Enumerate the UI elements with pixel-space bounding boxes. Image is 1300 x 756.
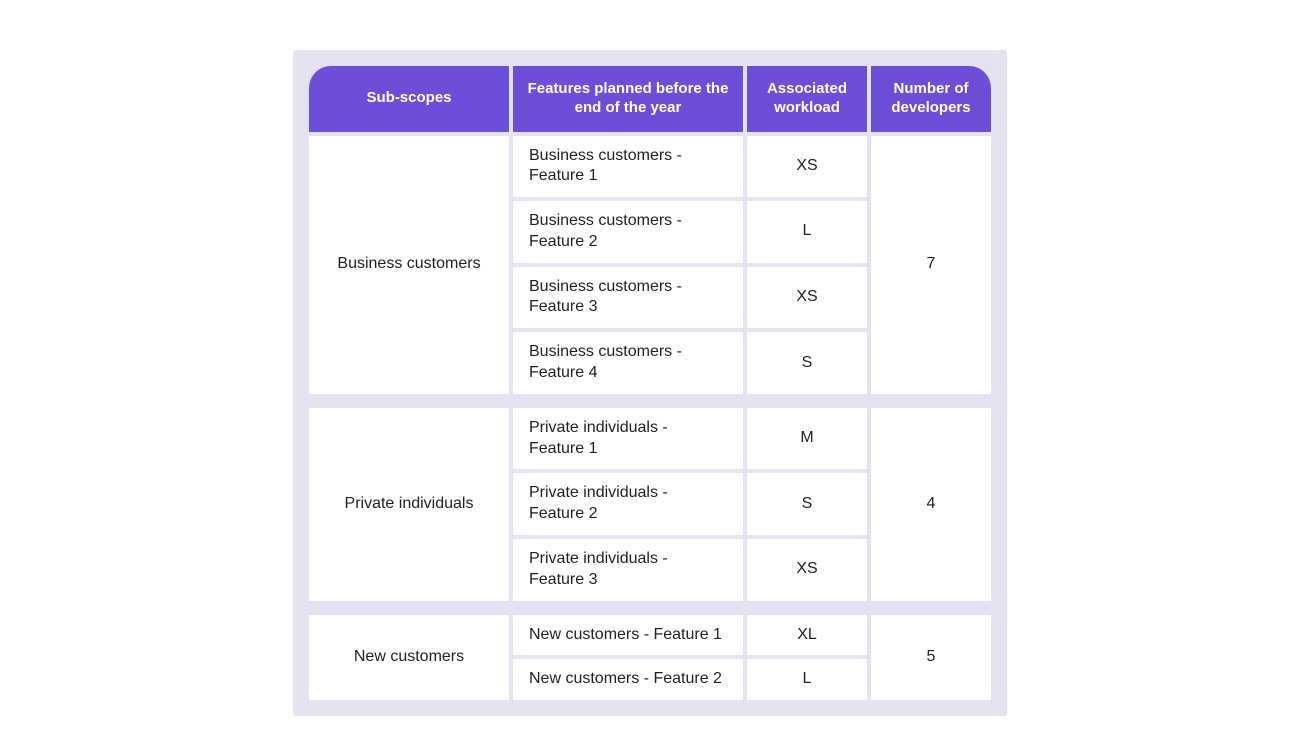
table-row: Private individuals Private individuals … [309,408,991,470]
header-sub-scopes: Sub-scopes [309,66,509,132]
workload-cell: S [747,473,867,535]
workload-cell: S [747,332,867,394]
feature-cell: Private individuals - Feature 3 [513,539,743,601]
feature-cell: Business customers - Feature 2 [513,201,743,263]
sub-scope-cell: Business customers [309,136,509,394]
table-panel: Sub-scopes Features planned before the e… [293,50,1007,716]
workload-cell: L [747,659,867,700]
developers-cell: 4 [871,408,991,601]
feature-cell: New customers - Feature 2 [513,659,743,700]
table-row: Business customers Business customers - … [309,136,991,198]
scope-table: Sub-scopes Features planned before the e… [305,62,995,704]
sub-scope-cell: New customers [309,615,509,701]
workload-cell: XS [747,136,867,198]
workload-cell: XL [747,615,867,656]
header-developers: Number of developers [871,66,991,132]
workload-cell: XS [747,267,867,329]
header-features: Features planned before the end of the y… [513,66,743,132]
developers-cell: 5 [871,615,991,701]
feature-cell: Business customers - Feature 1 [513,136,743,198]
workload-cell: L [747,201,867,263]
feature-cell: Business customers - Feature 4 [513,332,743,394]
workload-cell: M [747,408,867,470]
table-row: New customers New customers - Feature 1 … [309,615,991,656]
workload-cell: XS [747,539,867,601]
feature-cell: New customers - Feature 1 [513,615,743,656]
feature-cell: Private individuals - Feature 1 [513,408,743,470]
feature-cell: Business customers - Feature 3 [513,267,743,329]
feature-cell: Private individuals - Feature 2 [513,473,743,535]
header-workload: Associated workload [747,66,867,132]
developers-cell: 7 [871,136,991,394]
sub-scope-cell: Private individuals [309,408,509,601]
